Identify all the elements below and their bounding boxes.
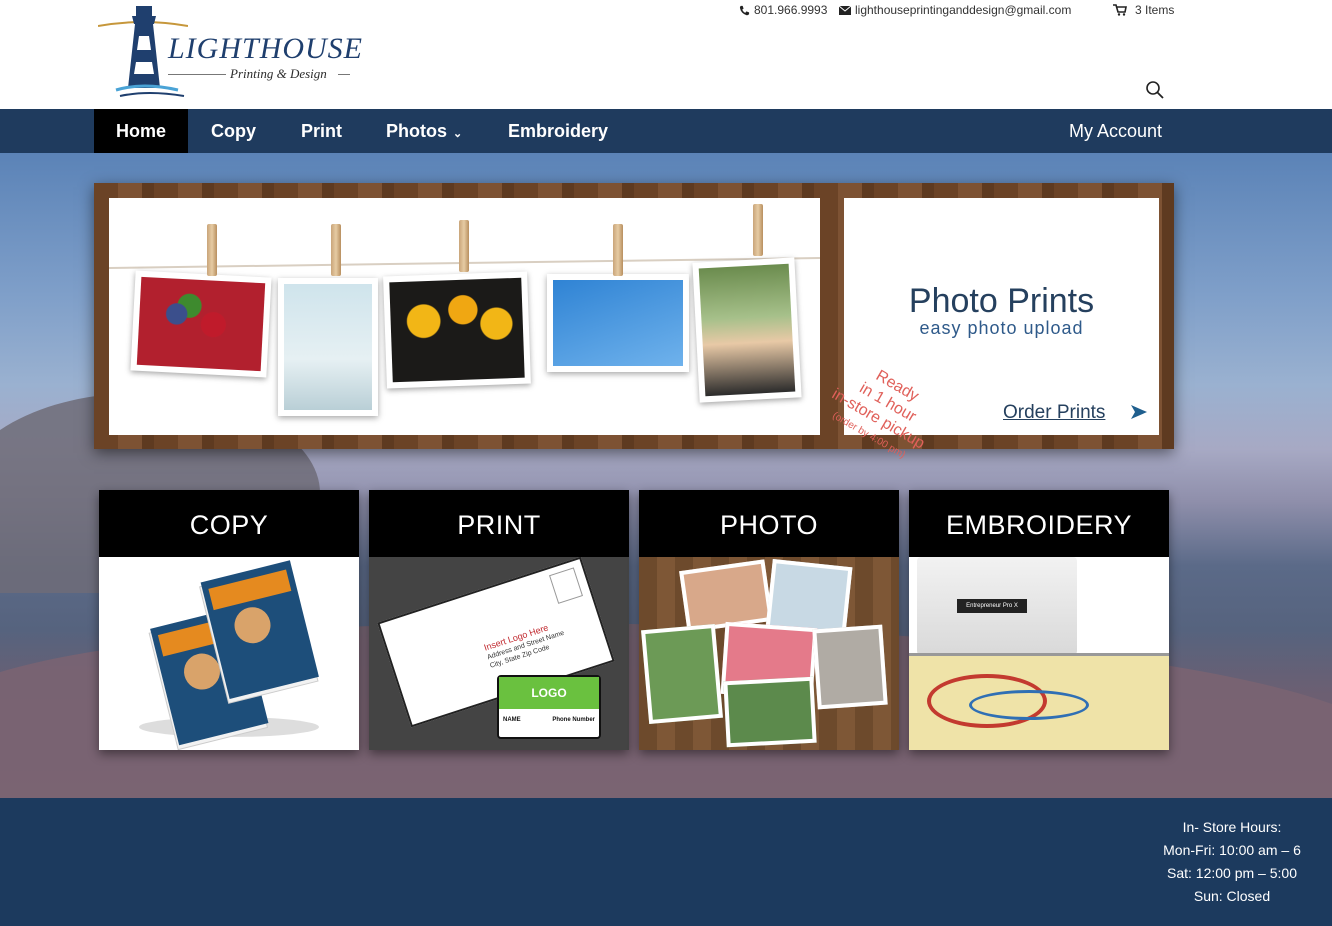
chevron-down-icon: ⌄ — [453, 128, 463, 140]
photo-thumb — [812, 624, 888, 710]
card-embroidery[interactable]: EMBROIDERY Entrepreneur Pro X — [909, 490, 1169, 750]
search-button[interactable] — [1145, 80, 1165, 100]
phone-icon — [739, 5, 750, 15]
logo-title: LIGHTHOUSE — [168, 32, 364, 65]
nav-home[interactable]: Home — [94, 109, 189, 153]
nav-photos-label: Photos — [386, 121, 447, 141]
clothespin — [613, 224, 623, 276]
search-icon — [1146, 81, 1164, 99]
card-copy[interactable]: COPY — [99, 490, 359, 750]
card-image-photos — [639, 557, 899, 750]
hours-title: In- Store Hours: — [1182, 819, 1282, 835]
card-title: PHOTO — [639, 490, 899, 557]
card-title: COPY — [99, 490, 359, 557]
flyer-stack-illustration — [139, 560, 319, 750]
nav-photos[interactable]: Photos ⌄ — [364, 109, 484, 153]
embroidery-pattern — [969, 690, 1089, 720]
photo-thumb — [641, 623, 723, 725]
logo-divider — [168, 74, 226, 75]
order-prints-link[interactable]: Order Prints — [1003, 402, 1105, 424]
clothespin — [207, 224, 217, 276]
machine-brand-plate: Entrepreneur Pro X — [957, 599, 1027, 613]
bc-name: NAME — [503, 717, 521, 723]
arrow-right-icon[interactable] — [1129, 402, 1149, 422]
fabric-hoop — [909, 653, 1169, 750]
photo-berries — [130, 270, 272, 378]
bc-logo: LOGO — [499, 677, 599, 709]
photo-thumb — [723, 676, 817, 748]
site-header: LIGHTHOUSE Printing & Design 801.966.999… — [0, 0, 1332, 109]
business-card-illustration: LOGO NAME Phone Number — [497, 675, 601, 739]
card-title: EMBROIDERY — [909, 490, 1169, 557]
hours-sunday: Sun: Closed — [1193, 888, 1271, 904]
card-image-flyers — [99, 557, 359, 750]
banner-subtitle: easy photo upload — [919, 318, 1084, 338]
nav-print[interactable]: Print — [279, 109, 364, 153]
logo-subtitle: Printing & Design — [230, 66, 327, 81]
cart-link[interactable]: 3 Items — [1113, 3, 1174, 17]
clothespin — [331, 224, 341, 276]
nav-copy[interactable]: Copy — [189, 109, 278, 153]
stamp-box — [549, 567, 583, 604]
photo-butterfly-hands — [547, 274, 689, 372]
clothespin — [753, 204, 763, 256]
phone-link[interactable]: 801.966.9993 — [739, 3, 827, 17]
clothespin — [459, 220, 469, 272]
nav-my-account[interactable]: My Account — [1047, 109, 1184, 153]
photo-sunflowers — [383, 271, 531, 389]
phone-number: 801.966.9993 — [754, 3, 828, 17]
clothesline-photos — [109, 198, 820, 435]
hours-weekday: Mon-Fri: 10:00 am – 6 — [1163, 842, 1301, 858]
photo-woman-portrait — [692, 257, 802, 403]
cart-icon — [1113, 4, 1127, 16]
photo-prints-banner[interactable]: Photo Prints easy photo upload Ready in … — [94, 183, 1174, 461]
main-nav: Home Copy Print Photos ⌄ Embroidery My Ac… — [0, 109, 1332, 153]
bc-phone: Phone Number — [552, 717, 595, 723]
card-print[interactable]: PRINT Insert Logo Here Address and Stree… — [369, 490, 629, 750]
card-image-envelope: Insert Logo Here Address and Street Name… — [369, 557, 629, 750]
cart-count: 3 Items — [1135, 3, 1175, 17]
card-image-embroidery-machine: Entrepreneur Pro X — [909, 557, 1169, 750]
logo-divider — [338, 74, 350, 75]
card-title: PRINT — [369, 490, 629, 557]
photo-prints-panel: Photo Prints easy photo upload Ready in … — [829, 198, 1159, 461]
card-photo[interactable]: PHOTO — [639, 490, 899, 750]
photo-girl-balloon — [278, 278, 378, 416]
machine-body: Entrepreneur Pro X — [917, 557, 1077, 655]
site-footer: In- Store Hours: Mon-Fri: 10:00 am – 6 S… — [0, 798, 1332, 926]
nav-embroidery[interactable]: Embroidery — [486, 109, 630, 153]
store-hours: In- Store Hours: Mon-Fri: 10:00 am – 6 S… — [1132, 816, 1332, 908]
envelope-icon — [839, 5, 851, 15]
email-address: lighthouseprintinganddesign@gmail.com — [855, 3, 1072, 17]
site-logo[interactable]: LIGHTHOUSE Printing & Design — [98, 4, 362, 100]
email-link[interactable]: lighthouseprintinganddesign@gmail.com — [839, 3, 1071, 17]
banner-title: Photo Prints — [908, 282, 1095, 320]
hours-saturday: Sat: 12:00 pm – 5:00 — [1167, 865, 1297, 881]
